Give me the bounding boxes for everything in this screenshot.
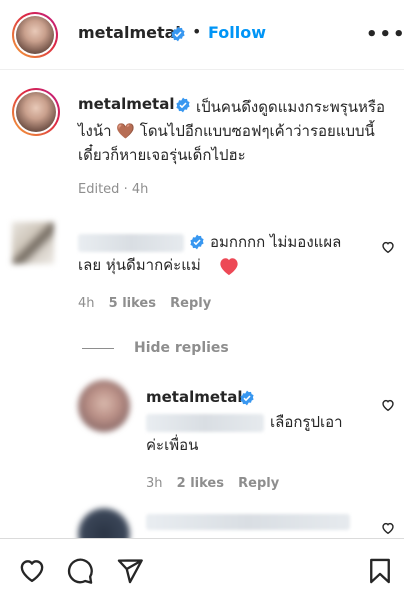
edited-label: Edited bbox=[78, 182, 120, 197]
mentioned-user-redacted[interactable] bbox=[146, 414, 264, 432]
commenter-username-redacted[interactable] bbox=[78, 234, 184, 252]
post-header: metalmetal • Follow ••• bbox=[0, 0, 404, 70]
comment-text-line2: เลย หุ่นดีมากค่ะแม่ bbox=[78, 256, 201, 274]
reply2-username-redacted[interactable] bbox=[146, 514, 350, 530]
reply-avatar[interactable] bbox=[78, 380, 130, 432]
reply-text-line1: เลือกรูปเอา bbox=[270, 413, 343, 431]
reply-username[interactable]: metalmetal bbox=[146, 388, 242, 406]
caption-time: 4h bbox=[131, 182, 149, 197]
header-avatar[interactable] bbox=[12, 12, 58, 58]
caption-avatar[interactable] bbox=[12, 88, 60, 136]
commenter-avatar[interactable] bbox=[12, 222, 54, 264]
comment-meta: 4h 5 likes Reply bbox=[78, 296, 211, 311]
verified-badge-icon bbox=[176, 97, 190, 113]
reply-likes[interactable]: 2 likes bbox=[177, 476, 224, 491]
heart-outline-icon[interactable] bbox=[381, 398, 395, 412]
replies-divider bbox=[82, 348, 114, 349]
heart-emoji-icon bbox=[220, 258, 238, 276]
verified-badge-icon bbox=[171, 26, 185, 42]
reply-text-line2: ค่ะเพื่อน bbox=[146, 436, 199, 454]
follow-button[interactable]: Follow bbox=[208, 23, 266, 42]
header-separator: • bbox=[192, 22, 202, 41]
caption-username[interactable]: metalmetal bbox=[78, 95, 174, 113]
heart-outline-icon[interactable] bbox=[381, 521, 395, 535]
reply-reply-button[interactable]: Reply bbox=[238, 476, 279, 491]
hide-replies-button[interactable]: Hide replies bbox=[134, 340, 229, 356]
verified-badge-icon bbox=[240, 390, 254, 406]
reply-meta: 3h 2 likes Reply bbox=[146, 476, 279, 491]
comment-text-line1: อมกกกก ไม่มองแผล bbox=[210, 233, 342, 251]
meta-dot: · bbox=[123, 182, 128, 197]
comment-time: 4h bbox=[78, 296, 95, 311]
verified-badge-icon bbox=[190, 234, 204, 250]
like-heart-icon[interactable] bbox=[18, 557, 46, 585]
share-icon[interactable] bbox=[116, 557, 144, 585]
more-icon[interactable]: ••• bbox=[366, 24, 404, 45]
reply-time: 3h bbox=[146, 476, 163, 491]
heart-outline-icon[interactable] bbox=[381, 240, 395, 254]
action-bar bbox=[0, 538, 404, 602]
caption-meta: Edited · 4h bbox=[78, 182, 148, 197]
comment-icon[interactable] bbox=[66, 557, 94, 585]
comment-reply-button[interactable]: Reply bbox=[170, 296, 211, 311]
comment-likes[interactable]: 5 likes bbox=[109, 296, 156, 311]
bookmark-icon[interactable] bbox=[366, 557, 394, 585]
header-username[interactable]: metalmetal bbox=[78, 23, 181, 42]
